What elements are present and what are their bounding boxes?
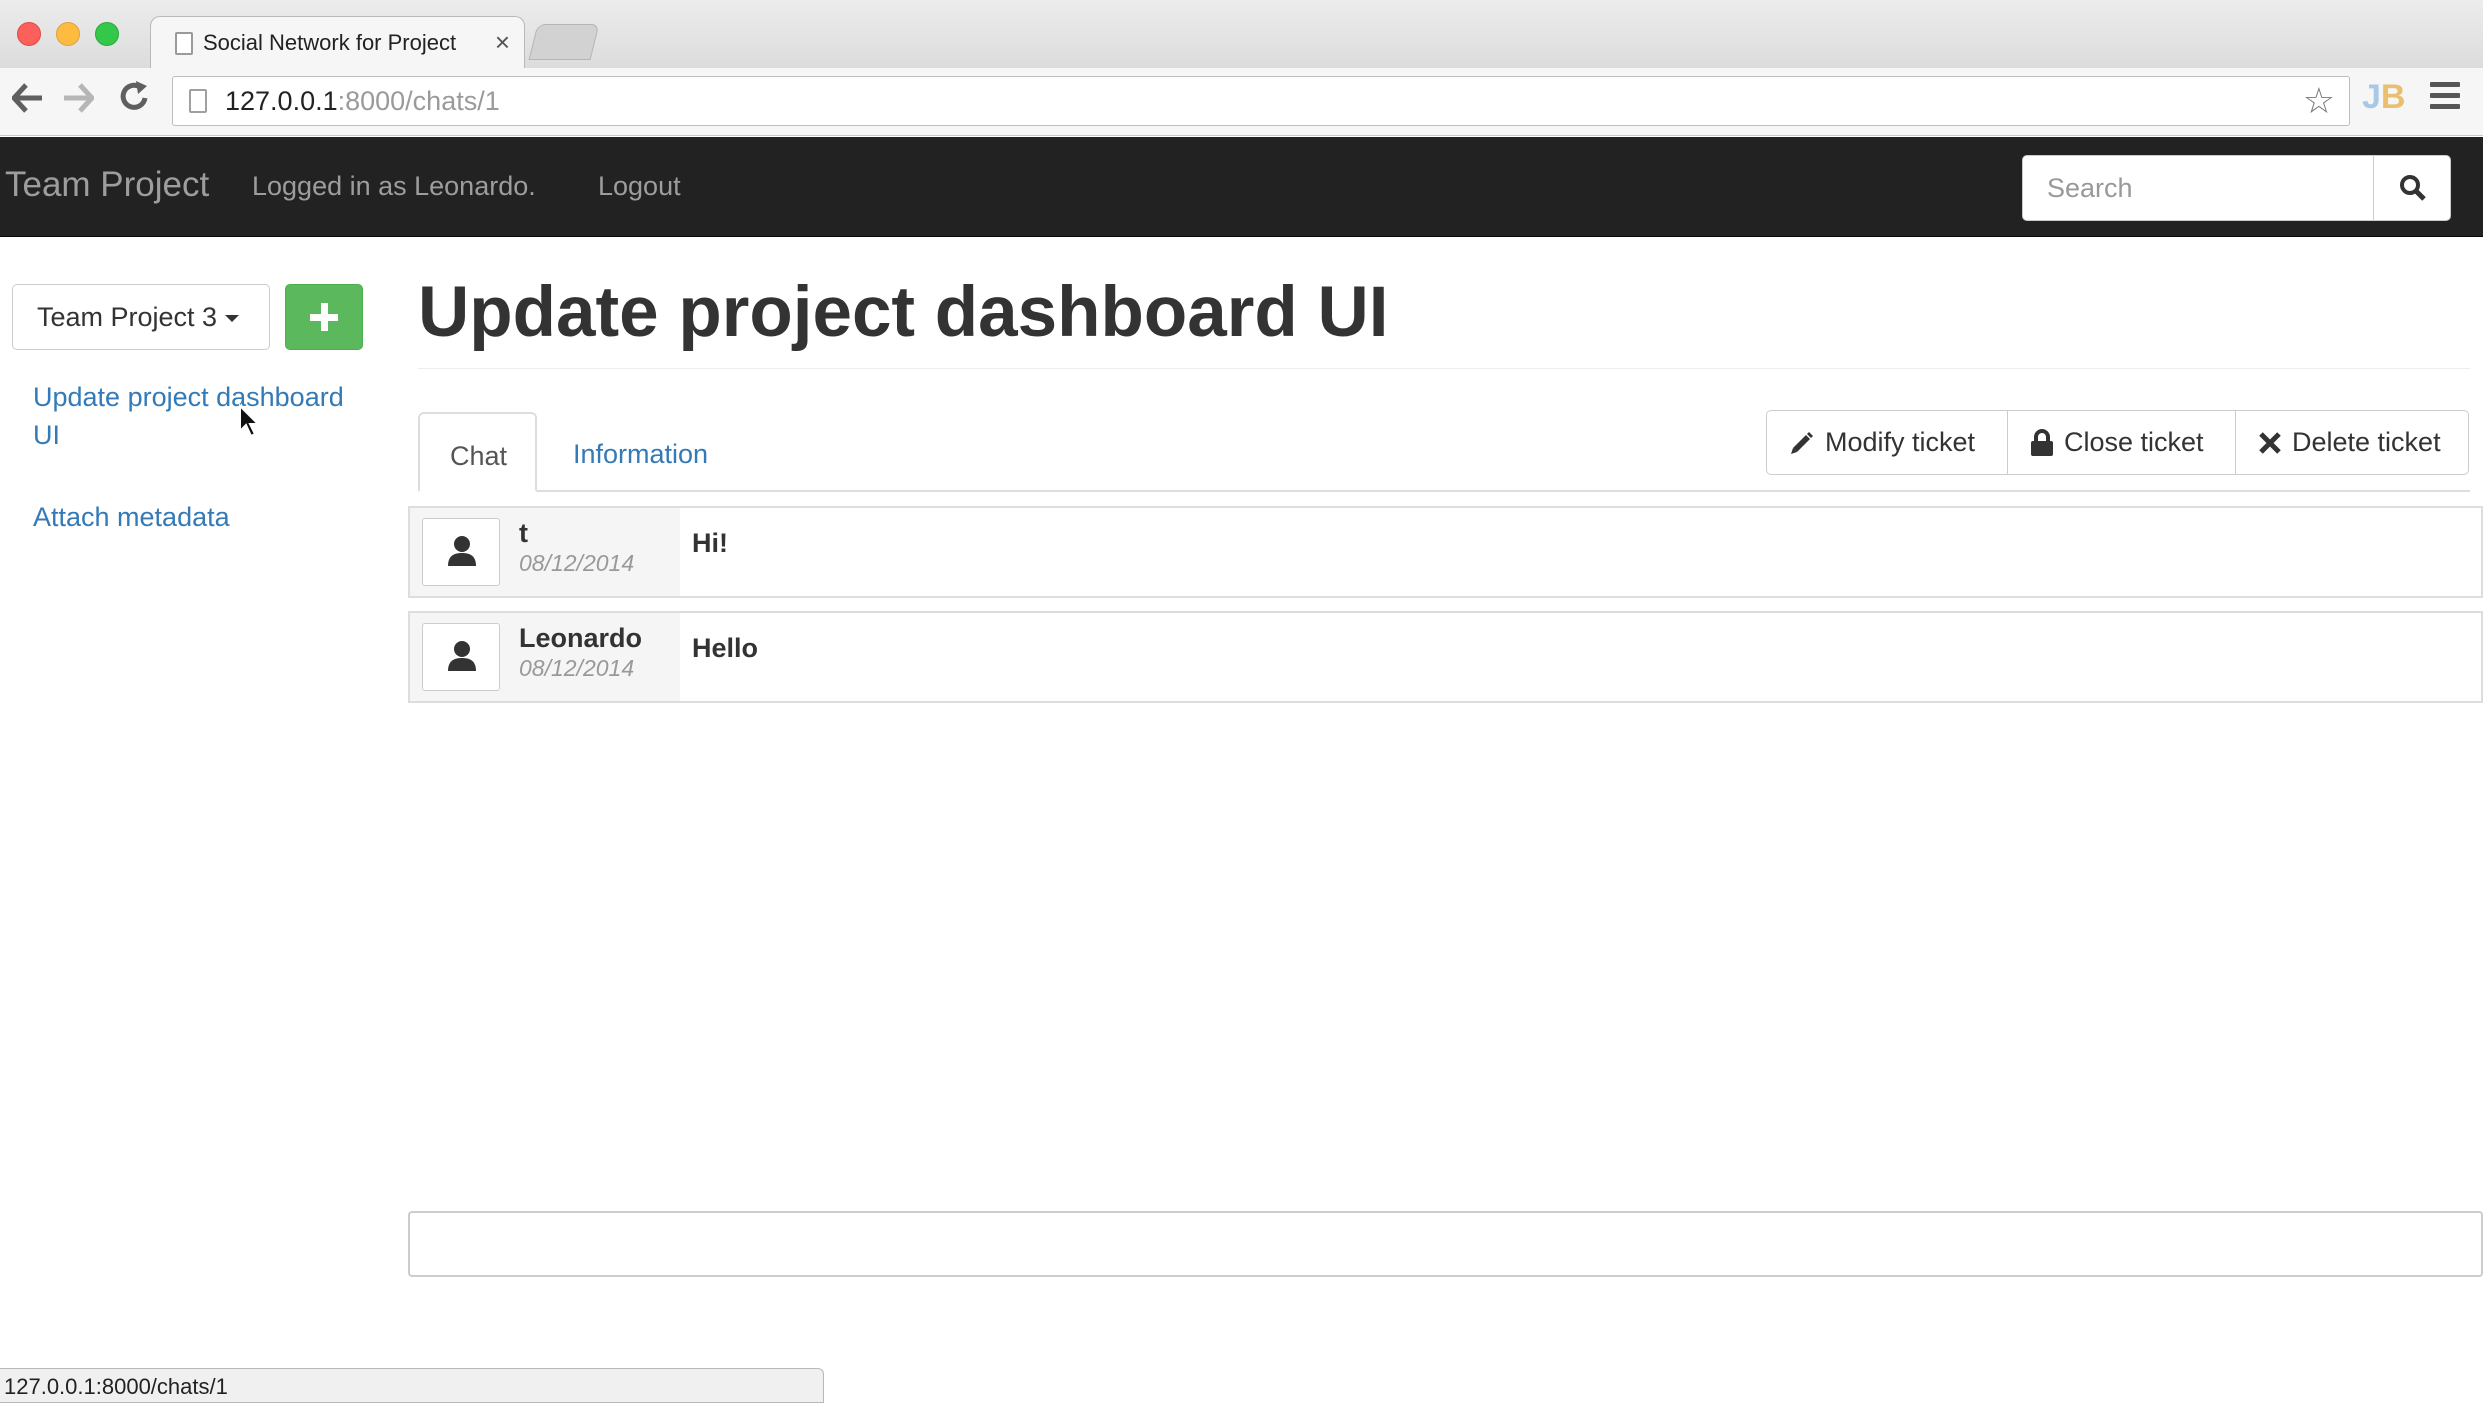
window-close-button[interactable] bbox=[17, 22, 41, 46]
search-button[interactable] bbox=[2373, 155, 2451, 221]
divider bbox=[418, 368, 2470, 369]
tab-close-icon[interactable]: × bbox=[495, 27, 510, 58]
message-text: Hello bbox=[692, 633, 759, 663]
url-text[interactable]: 127.0.0.1:8000/chats/1 bbox=[225, 86, 500, 117]
delete-ticket-button[interactable]: Delete ticket bbox=[2235, 410, 2469, 475]
page-icon bbox=[189, 89, 207, 113]
modify-ticket-label: Modify ticket bbox=[1825, 427, 1976, 457]
lock-icon bbox=[2030, 428, 2054, 457]
delete-ticket-label: Delete ticket bbox=[2292, 427, 2441, 457]
forward-arrow-icon[interactable] bbox=[62, 80, 96, 122]
jetbrains-extension-icon[interactable]: JB bbox=[2362, 78, 2405, 117]
user-icon bbox=[448, 536, 476, 566]
back-arrow-icon[interactable] bbox=[10, 80, 44, 122]
browser-toolbar: 127.0.0.1:8000/chats/1 ☆ JB bbox=[0, 68, 2483, 136]
add-ticket-button[interactable] bbox=[285, 284, 363, 350]
caret-down-icon bbox=[225, 315, 240, 323]
message-text: Hi! bbox=[692, 528, 728, 558]
top-navbar: Team Project Logged in as Leonardo. Logo… bbox=[0, 137, 2483, 237]
reload-icon[interactable] bbox=[120, 80, 150, 121]
browser-tab[interactable]: Social Network for Project × bbox=[150, 16, 525, 70]
project-dropdown[interactable]: Team Project 3 bbox=[12, 284, 270, 350]
window-minimize-button[interactable] bbox=[56, 22, 80, 46]
sidebar-ticket-link[interactable]: Attach metadata bbox=[33, 498, 230, 536]
close-ticket-label: Close ticket bbox=[2064, 427, 2204, 457]
chat-message-input[interactable] bbox=[408, 1211, 2483, 1277]
remove-x-icon bbox=[2258, 431, 2282, 455]
message-date: 08/12/2014 bbox=[519, 655, 635, 681]
browser-tab-title: Social Network for Project bbox=[203, 30, 457, 55]
tab-chat[interactable]: Chat bbox=[418, 412, 537, 492]
page-icon bbox=[175, 32, 193, 55]
sidebar-ticket-link[interactable]: Update project dashboard UI bbox=[33, 378, 363, 454]
new-tab-button[interactable] bbox=[528, 24, 600, 60]
ticket-actions: Modify ticket Close ticket Delete ticket bbox=[1766, 410, 2469, 475]
modify-ticket-button[interactable]: Modify ticket bbox=[1766, 410, 2008, 475]
chat-message: t 08/12/2014 Hi! bbox=[408, 506, 2483, 598]
message-date: 08/12/2014 bbox=[519, 550, 635, 576]
user-icon bbox=[448, 641, 476, 671]
mouse-pointer-icon bbox=[239, 404, 260, 438]
logout-link[interactable]: Logout bbox=[598, 171, 681, 202]
avatar bbox=[422, 518, 500, 586]
pencil-icon bbox=[1789, 430, 1815, 456]
message-meta: t 08/12/2014 bbox=[410, 508, 680, 596]
search-input[interactable] bbox=[2022, 155, 2374, 221]
project-dropdown-label: Team Project 3 bbox=[37, 302, 218, 332]
message-meta: Leonardo 08/12/2014 bbox=[410, 613, 680, 701]
tab-information[interactable]: Information bbox=[543, 412, 738, 492]
navbar-brand[interactable]: Team Project bbox=[5, 165, 209, 205]
avatar bbox=[422, 623, 500, 691]
search-icon bbox=[2400, 175, 2426, 201]
page-title: Update project dashboard UI bbox=[418, 273, 1389, 352]
message-author: t bbox=[519, 518, 528, 548]
message-author: Leonardo bbox=[519, 623, 643, 653]
browser-titlebar: Social Network for Project × bbox=[0, 0, 2483, 70]
browser-menu-icon[interactable] bbox=[2430, 82, 2460, 118]
close-ticket-button[interactable]: Close ticket bbox=[2007, 410, 2236, 475]
chat-message: Leonardo 08/12/2014 Hello bbox=[408, 611, 2483, 703]
status-bar-url: 127.0.0.1:8000/chats/1 bbox=[0, 1368, 824, 1403]
address-bar[interactable]: 127.0.0.1:8000/chats/1 ☆ bbox=[172, 76, 2350, 126]
bookmark-star-icon[interactable]: ☆ bbox=[2303, 80, 2335, 122]
window-zoom-button[interactable] bbox=[95, 22, 119, 46]
logged-in-text: Logged in as Leonardo. bbox=[252, 171, 536, 201]
